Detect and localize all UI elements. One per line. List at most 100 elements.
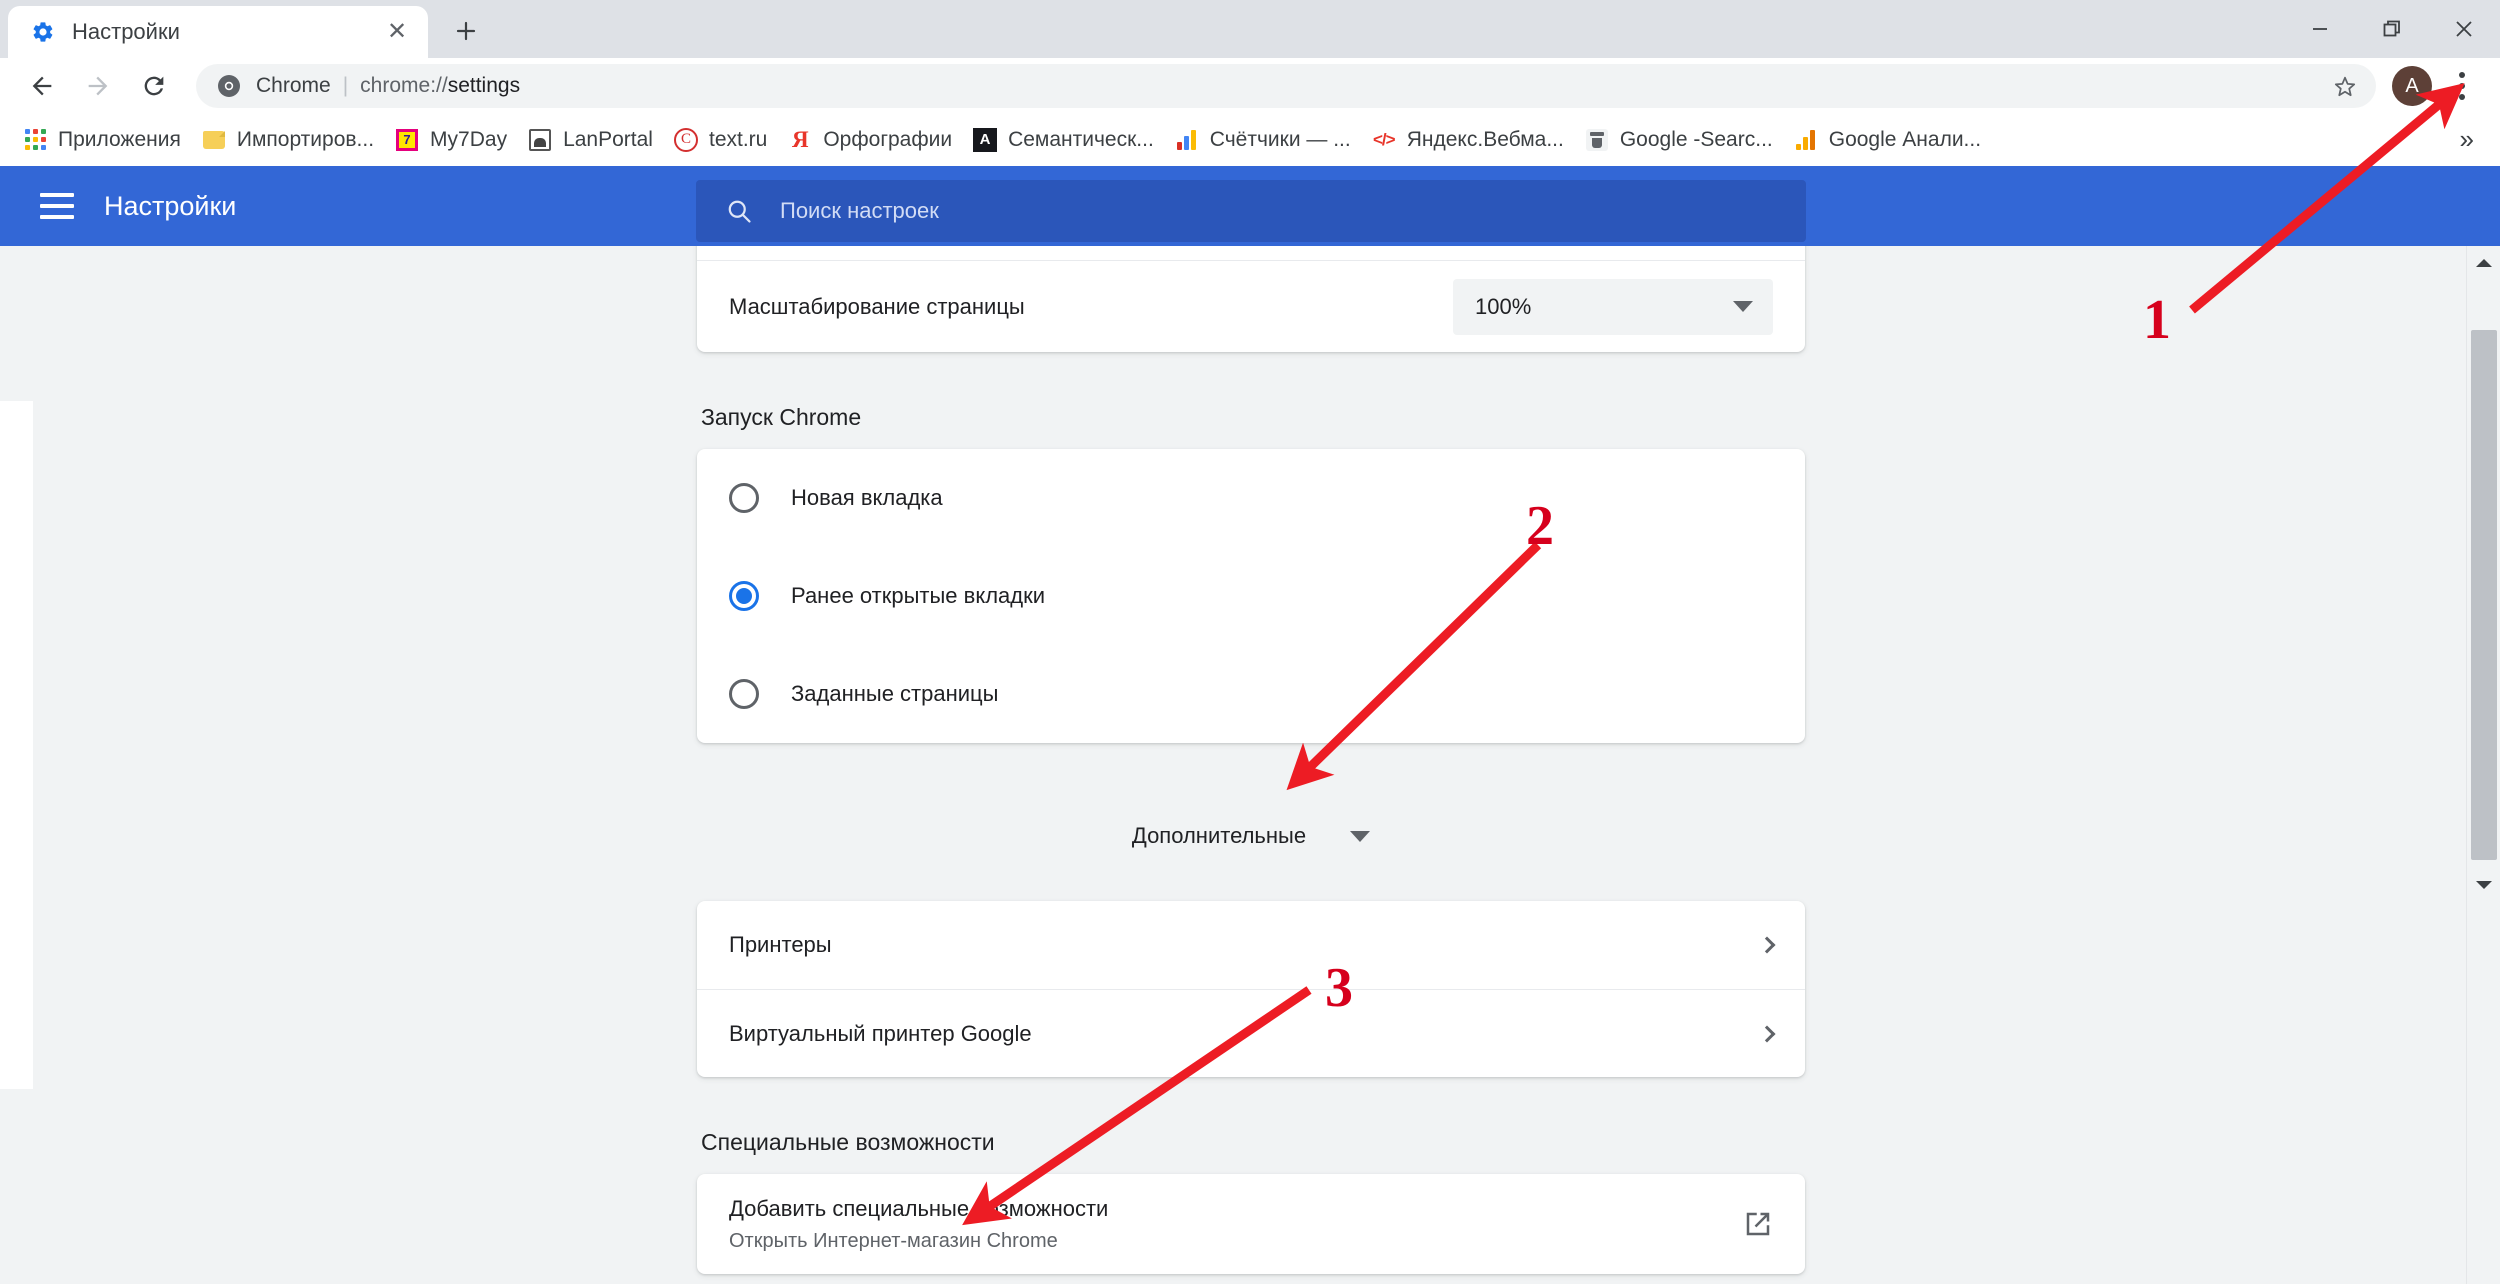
folder-icon [201, 127, 227, 153]
url-scheme: chrome:// [360, 74, 448, 97]
hamburger-menu-icon[interactable] [40, 193, 74, 219]
advanced-expand-button[interactable]: Дополнительные [697, 781, 1805, 891]
accessibility-row-title: Добавить специальные возможности [729, 1195, 1109, 1221]
side-panel-strip [0, 401, 33, 1089]
bookmark-label: Счётчики — ... [1209, 127, 1351, 151]
bookmark-textru[interactable]: C text.ru [663, 120, 777, 160]
open-external-icon[interactable] [1743, 1209, 1773, 1239]
bookmark-google-search-console[interactable]: Google -Searc... [1574, 120, 1783, 160]
chevron-right-icon [1758, 1025, 1776, 1042]
url-path: settings [447, 74, 521, 97]
minimize-icon[interactable] [2284, 0, 2356, 58]
google-analytics-icon [1793, 127, 1819, 153]
bookmark-lanportal[interactable]: LanPortal [517, 120, 663, 160]
lanportal-icon [527, 127, 553, 153]
bookmark-semantica[interactable]: A Семантическ... [962, 120, 1164, 160]
browser-window: Настройки ✕ Chrome | chrome://settings A… [0, 0, 2500, 1284]
startup-option-label: Новая вкладка [791, 485, 943, 510]
bookmark-label: LanPortal [563, 127, 653, 151]
bookmark-label: Семантическ... [1008, 127, 1154, 151]
settings-content-area: Масштабирование страницы 100% Запуск Chr… [0, 246, 2500, 1284]
scroll-up-button[interactable] [2467, 246, 2500, 280]
bookmark-label: Google Анали... [1828, 127, 1982, 151]
close-icon[interactable]: ✕ [380, 15, 414, 49]
new-tab-button[interactable] [442, 7, 490, 55]
startup-option-continue[interactable]: Ранее открытые вкладки [697, 547, 1805, 645]
settings-header: Настройки Поиск настроек [0, 166, 2500, 246]
startup-option-new-tab[interactable]: Новая вкладка [697, 449, 1805, 547]
tab-settings[interactable]: Настройки ✕ [8, 6, 428, 58]
chevron-down-icon [1733, 301, 1753, 312]
bookmarks-overflow-button[interactable]: » [2446, 124, 2488, 155]
startup-option-specific-pages[interactable]: Заданные страницы [697, 645, 1805, 743]
bookmark-label: Импортиров... [236, 127, 375, 151]
bookmark-imported[interactable]: Импортиров... [191, 120, 384, 160]
startup-option-label: Заданные страницы [791, 681, 999, 706]
google-cloud-print-row[interactable]: Виртуальный принтер Google [697, 989, 1805, 1077]
accessibility-section-title: Специальные возможности [701, 1129, 995, 1155]
window-controls [2284, 0, 2500, 58]
printing-card: Принтеры Виртуальный принтер Google [697, 901, 1805, 1077]
startup-section: Запуск Chrome Новая вкладка Ранее открыт… [697, 404, 1805, 743]
bookmark-orfografii[interactable]: Я Орфографии [777, 120, 962, 160]
gear-icon [30, 19, 56, 45]
bookmark-label: Google -Searc... [1619, 127, 1773, 151]
bookmark-label: Орфографии [823, 127, 953, 151]
chrome-logo-icon [214, 71, 244, 101]
page-zoom-value: 100% [1475, 293, 1532, 319]
accessibility-row-text: Добавить специальные возможности Открыть… [729, 1196, 1743, 1253]
startup-card: Новая вкладка Ранее открытые вкладки Зад… [697, 449, 1805, 743]
browser-toolbar: Chrome | chrome://settings A [0, 58, 2500, 114]
radio-icon[interactable] [729, 679, 759, 709]
advanced-label: Дополнительные [1131, 823, 1307, 848]
accessibility-card: Добавить специальные возможности Открыть… [697, 1174, 1805, 1274]
radio-icon-selected[interactable] [729, 581, 759, 611]
bookmark-star-icon[interactable] [2328, 69, 2362, 103]
chevron-down-icon [1350, 830, 1371, 842]
startup-section-title: Запуск Chrome [701, 404, 862, 430]
address-bar[interactable]: Chrome | chrome://settings [196, 64, 2376, 108]
close-window-icon[interactable] [2428, 0, 2500, 58]
vertical-scrollbar[interactable] [2466, 246, 2500, 1284]
printers-row[interactable]: Принтеры [697, 901, 1805, 989]
scroll-down-button[interactable] [2467, 868, 2500, 902]
copyright-icon: C [673, 127, 699, 153]
appearance-row-clipped[interactable] [697, 246, 1805, 260]
accessibility-section: Специальные возможности Добавить специал… [697, 1129, 1805, 1274]
accessibility-row-subtitle: Открыть Интернет-магазин Chrome [729, 1229, 1058, 1252]
bookmark-google-analytics[interactable]: Google Анали... [1783, 120, 1991, 160]
add-accessibility-features-row[interactable]: Добавить специальные возможности Открыть… [697, 1174, 1805, 1274]
chevron-right-icon [1758, 936, 1776, 954]
my7day-icon: 7 [394, 127, 420, 153]
forward-icon[interactable] [70, 58, 126, 114]
maximize-icon[interactable] [2356, 0, 2428, 58]
tab-title: Настройки [72, 19, 180, 44]
chrome-menu-button[interactable] [2438, 62, 2486, 110]
yandex-icon: Я [792, 127, 809, 152]
page-zoom-select[interactable]: 100% [1453, 278, 1773, 335]
page-title: Настройки [104, 190, 237, 221]
omnibox-separator: | [342, 74, 349, 97]
bookmark-label: Приложения [58, 127, 181, 151]
reload-icon[interactable] [126, 58, 182, 114]
bookmark-label: Яндекс.Вебма... [1406, 127, 1564, 151]
omnibox-url: chrome://settings [360, 74, 520, 98]
security-chip-label: Chrome [256, 74, 331, 97]
page-zoom-row[interactable]: Масштабирование страницы 100% [697, 260, 1805, 352]
google-cloud-print-label: Виртуальный принтер Google [729, 1020, 1032, 1046]
semantica-icon: A [972, 127, 998, 153]
startup-option-label: Ранее открытые вкладки [791, 583, 1046, 608]
bookmark-apps[interactable]: Приложения [12, 120, 191, 160]
page-zoom-label: Масштабирование страницы [729, 293, 1025, 319]
scrollbar-thumb[interactable] [2471, 330, 2497, 860]
back-icon[interactable] [14, 58, 70, 114]
radio-icon[interactable] [729, 483, 759, 513]
tab-strip: Настройки ✕ [0, 0, 2500, 58]
search-settings-input[interactable]: Поиск настроек [696, 180, 1806, 242]
bookmark-yandex-webmaster[interactable]: </> Яндекс.Вебма... [1361, 120, 1574, 160]
avatar[interactable]: A [2392, 66, 2432, 106]
bookmark-my7day[interactable]: 7 My7Day [384, 120, 517, 160]
search-icon [722, 194, 756, 228]
printers-label: Принтеры [729, 932, 832, 957]
bookmark-schetchiki[interactable]: Счётчики — ... [1164, 120, 1361, 160]
